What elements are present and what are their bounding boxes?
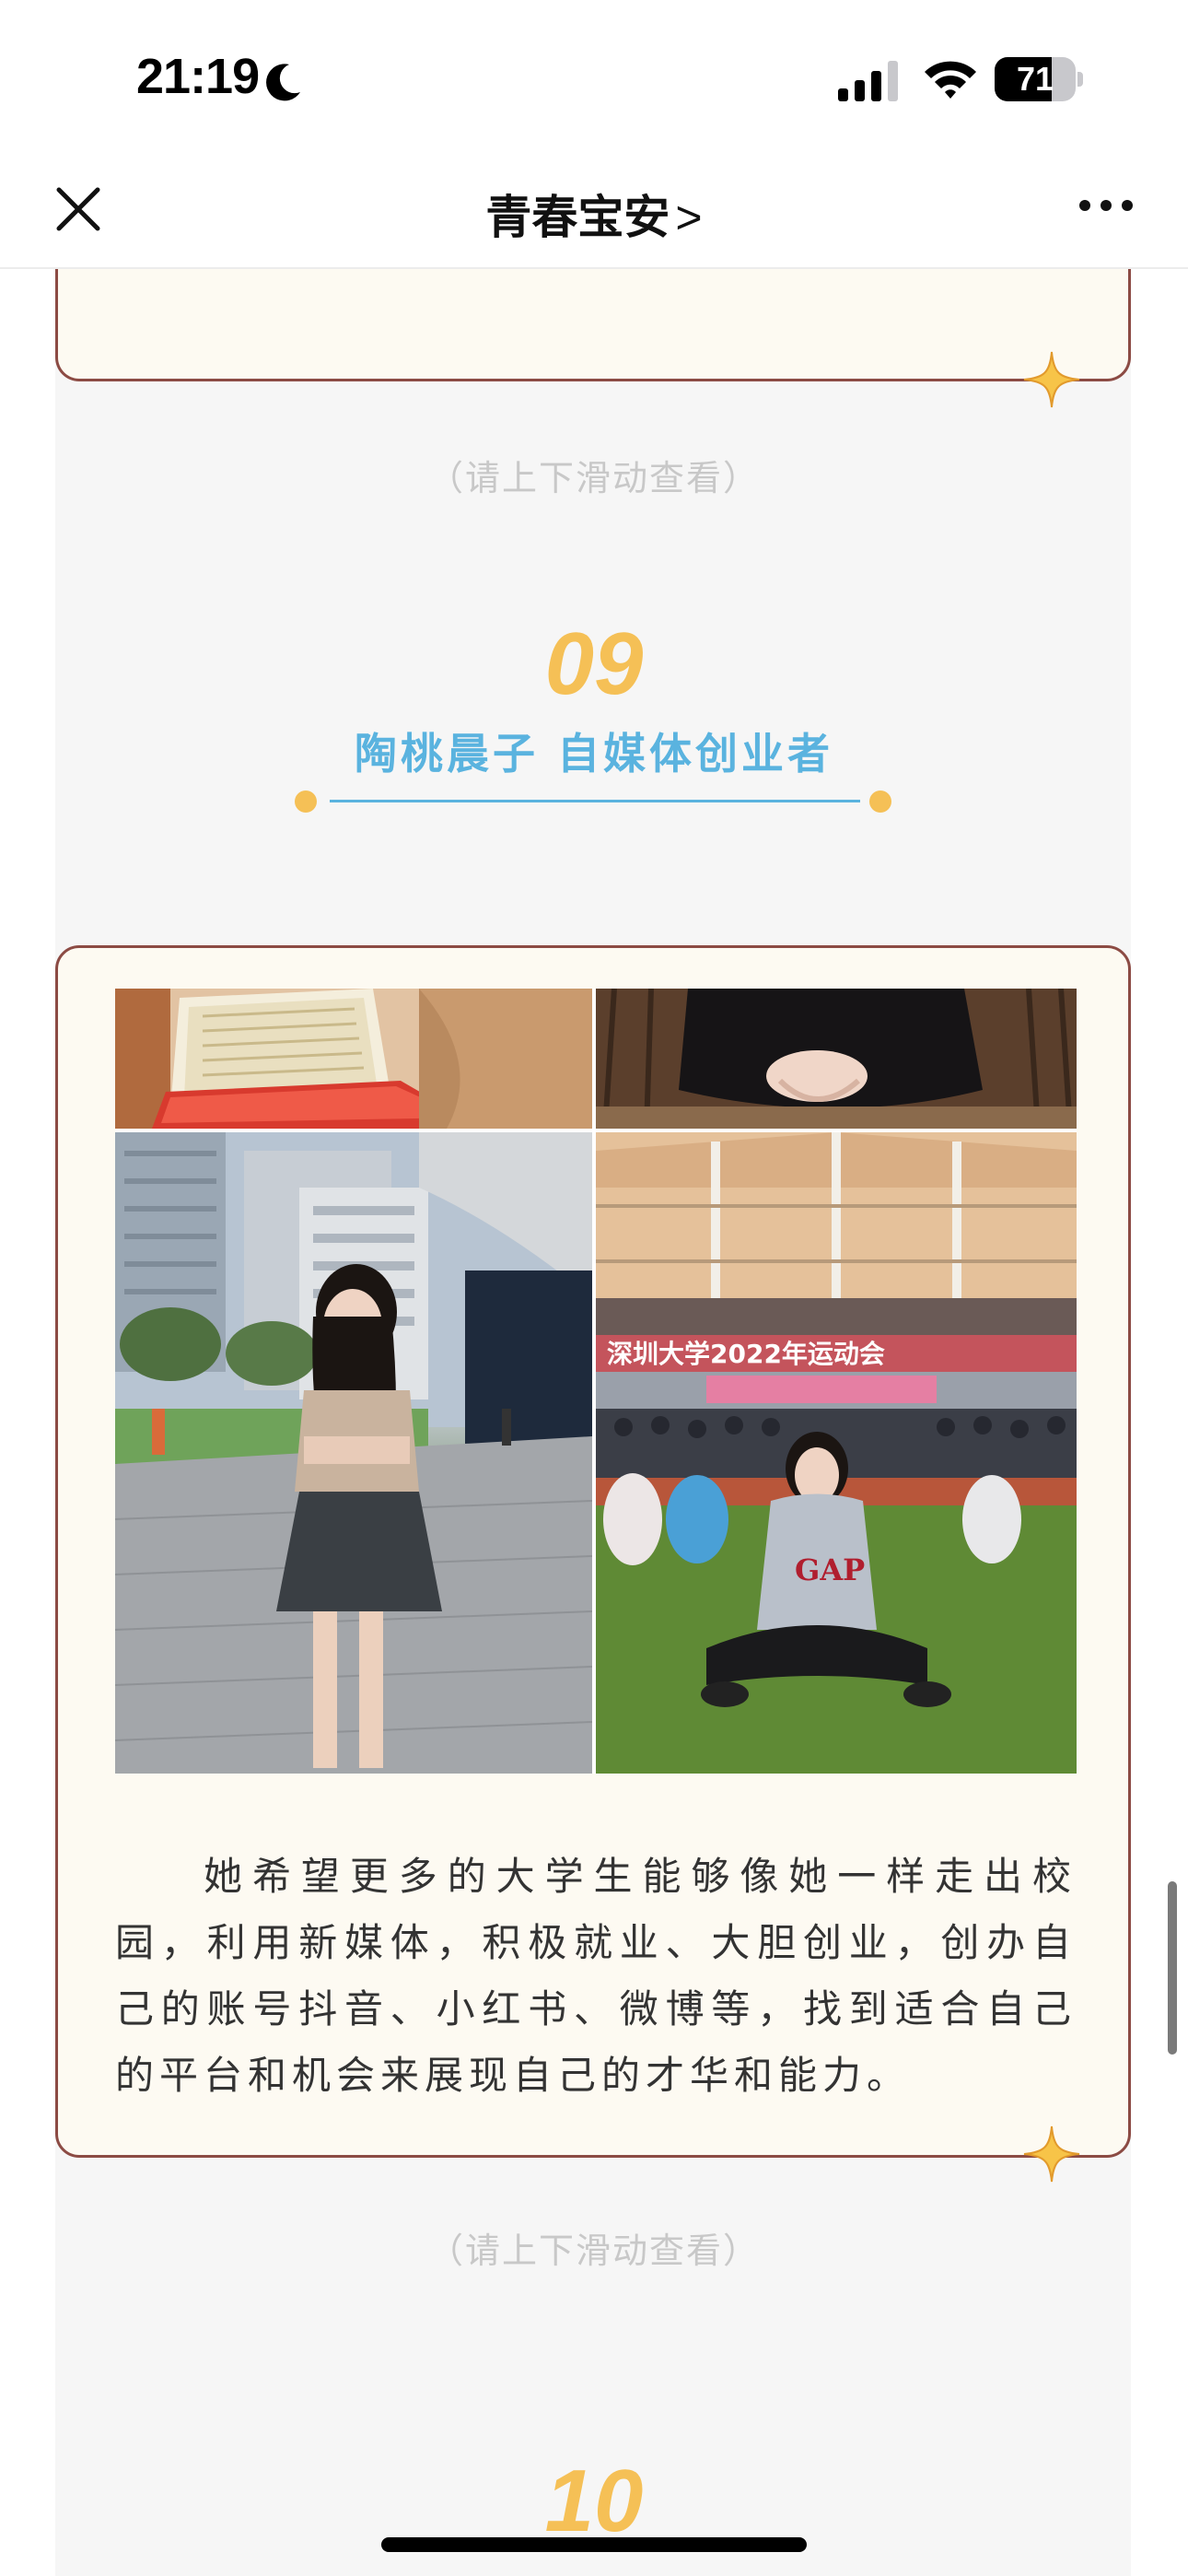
- moon-icon: [266, 64, 300, 101]
- photo-book-art: [115, 989, 592, 1129]
- profile-card: 深圳大学2022年运动会 GAP 她希望更多的大学生能够像她一样走出校园，利用新…: [55, 945, 1131, 2158]
- signal-icon: [838, 61, 898, 101]
- photo-seated-art: [596, 989, 1077, 1129]
- battery-icon: 71: [995, 57, 1083, 101]
- scroll-hint: （请上下滑动查看）: [427, 460, 760, 498]
- home-indicator[interactable]: [381, 2537, 807, 2552]
- wifi-icon: [925, 61, 976, 99]
- title-rule-dot-left: [295, 790, 317, 813]
- status-bar: 21:19 71: [0, 0, 1188, 157]
- title-rule-dot-right: [869, 790, 891, 813]
- photo-book[interactable]: [115, 989, 592, 1129]
- status-time: 21:19: [136, 49, 260, 104]
- battery-body: 71: [995, 57, 1076, 101]
- scroll-hint: （请上下滑动查看）: [427, 2232, 760, 2271]
- more-icon[interactable]: [1077, 192, 1135, 219]
- photo-seated[interactable]: [596, 989, 1077, 1129]
- sparkle-icon: [1023, 2125, 1080, 2183]
- photo-sports-field-art: 深圳大学2022年运动会 GAP: [596, 1132, 1077, 1774]
- battery-percent: 71: [1016, 60, 1054, 98]
- account-title[interactable]: 青春宝安 >: [0, 181, 1188, 247]
- section-number: 09: [544, 615, 644, 713]
- photo-sports-field[interactable]: 深圳大学2022年运动会 GAP: [596, 1132, 1077, 1774]
- scroll-indicator[interactable]: [1168, 1881, 1177, 2055]
- photo-campus[interactable]: [115, 1132, 592, 1774]
- sparkle-icon: [1023, 351, 1080, 408]
- section-title: 陶桃晨子 自媒体创业者: [354, 729, 833, 779]
- title-rule: [330, 800, 860, 802]
- nav-bar: 青春宝安 >: [0, 157, 1188, 269]
- screen: 21:19 71 青春宝安 > （请上下滑动查看） 09 陶桃晨子 自媒体创业者…: [0, 0, 1188, 2576]
- photo-campus-art: [115, 1132, 592, 1774]
- banner-text: 深圳大学2022年运动会: [607, 1339, 885, 1369]
- body-paragraph: 她希望更多的大学生能够像她一样走出校园，利用新媒体，积极就业、大胆创业，创办自己…: [115, 1854, 1077, 2098]
- shirt-text: GAP: [795, 1552, 865, 1587]
- chevron-right-icon: >: [675, 192, 703, 243]
- battery-nub: [1077, 72, 1083, 87]
- account-name: 青春宝安: [485, 192, 670, 243]
- photo-collage: 深圳大学2022年运动会 GAP: [115, 989, 1077, 1774]
